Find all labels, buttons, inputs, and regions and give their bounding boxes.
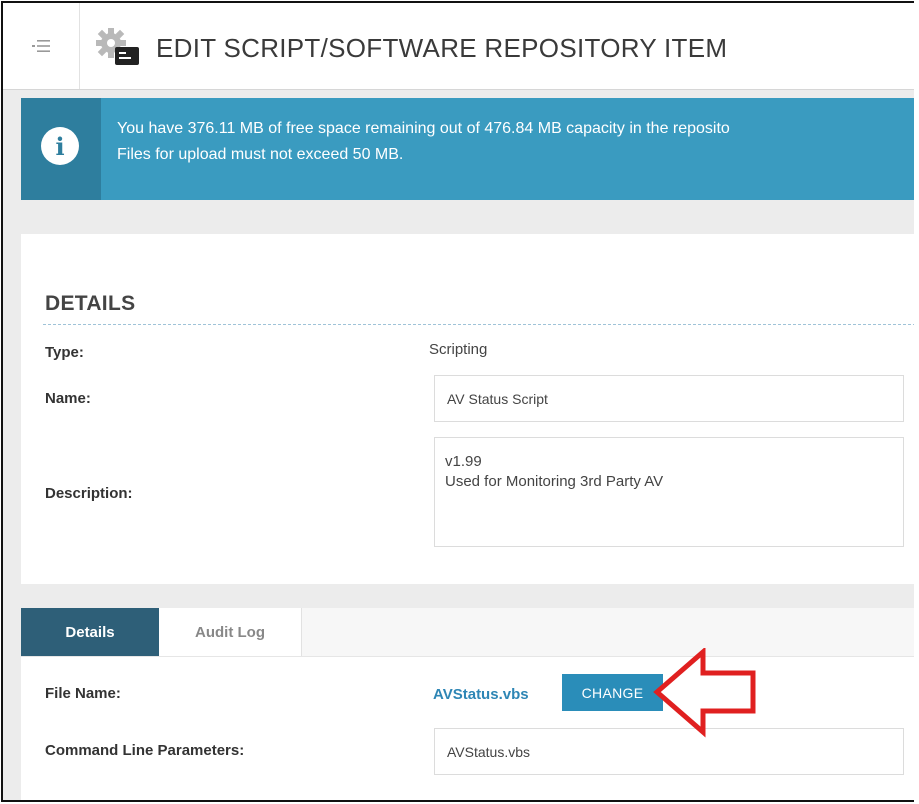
info-icon-column: i [21, 98, 101, 200]
description-label: Description: [45, 485, 133, 502]
description-line-purpose: Used for Monitoring 3rd Party AV [445, 473, 664, 490]
menu-toggle-button[interactable] [3, 3, 80, 89]
command-line-label: Command Line Parameters: [45, 742, 245, 759]
info-line-limit: Files for upload must not exceed 50 MB. [117, 146, 404, 163]
file-name-label: File Name: [45, 685, 121, 702]
section-divider [43, 324, 914, 325]
name-input[interactable]: AV Status Script [434, 375, 904, 422]
info-message: You have 376.11 MB of free space remaini… [117, 116, 730, 168]
tab-details[interactable]: Details [21, 608, 159, 656]
info-line-capacity: You have 376.11 MB of free space remaini… [117, 120, 730, 137]
type-label: Type: [45, 344, 84, 361]
change-file-button[interactable]: CHANGE [562, 674, 663, 711]
file-name-link[interactable]: AVStatus.vbs [433, 686, 529, 703]
collapse-menu-icon [32, 40, 50, 52]
command-line-input-value: AVStatus.vbs [447, 744, 531, 760]
annotation-arrow-icon [653, 648, 756, 738]
description-line-version: v1.99 [445, 453, 482, 470]
info-icon: i [41, 127, 79, 165]
details-card: DETAILS Type: Scripting Name: AV Status … [21, 234, 914, 584]
info-banner: i You have 376.11 MB of free space remai… [21, 98, 914, 200]
app-frame: EDIT SCRIPT/SOFTWARE REPOSITORY ITEM i Y… [1, 1, 914, 802]
section-title: DETAILS [45, 292, 136, 315]
page-header: EDIT SCRIPT/SOFTWARE REPOSITORY ITEM [3, 3, 914, 90]
tab-audit-log[interactable]: Audit Log [159, 608, 302, 656]
name-input-value: AV Status Script [447, 391, 548, 407]
description-textarea[interactable]: v1.99 Used for Monitoring 3rd Party AV [434, 437, 904, 547]
file-tabs-panel: Details Audit Log File Name: AVStatus.vb… [21, 608, 914, 800]
type-value: Scripting [429, 341, 488, 358]
name-label: Name: [45, 390, 91, 407]
tab-strip: Details Audit Log [21, 608, 914, 657]
gear-script-icon [96, 28, 139, 65]
page-title: EDIT SCRIPT/SOFTWARE REPOSITORY ITEM [156, 33, 728, 63]
